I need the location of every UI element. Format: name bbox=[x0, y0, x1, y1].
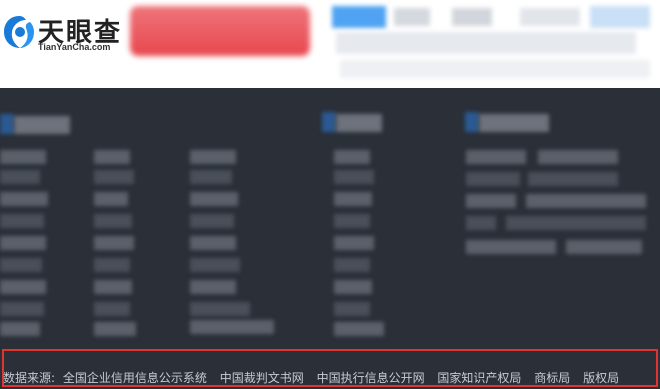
blurred-nav-item bbox=[520, 8, 580, 26]
data-source-label: 数据来源: bbox=[3, 371, 56, 385]
source-link-copyright[interactable]: 版权局 bbox=[583, 371, 619, 385]
source-link-cnipa[interactable]: 国家知识产权局 bbox=[437, 371, 521, 385]
tianyancha-logo[interactable]: 天眼查 TianYanCha.com bbox=[2, 8, 130, 58]
blurred-nav-item bbox=[394, 8, 430, 26]
logo-swirl-icon bbox=[4, 16, 34, 48]
source-link-zxgk[interactable]: 中国执行信息公开网 bbox=[317, 371, 425, 385]
blurred-nav-item bbox=[452, 8, 492, 26]
source-link-trademark[interactable]: 商标局 bbox=[534, 371, 570, 385]
blurred-search-bar bbox=[340, 60, 650, 78]
blurred-banner bbox=[130, 6, 310, 56]
data-source-line: 数据来源: 全国企业信用信息公示系统 中国裁判文书网 中国执行信息公开网 国家知… bbox=[3, 369, 628, 386]
blurred-nav-item bbox=[332, 6, 386, 28]
source-link-gsxt[interactable]: 全国企业信用信息公示系统 bbox=[63, 371, 207, 385]
logo-domain: TianYanCha.com bbox=[38, 42, 111, 52]
site-header: 天眼查 TianYanCha.com bbox=[0, 0, 660, 88]
source-link-wenshu[interactable]: 中国裁判文书网 bbox=[220, 371, 304, 385]
blurred-nav-item bbox=[590, 6, 650, 28]
blurred-search-bar bbox=[336, 32, 636, 54]
